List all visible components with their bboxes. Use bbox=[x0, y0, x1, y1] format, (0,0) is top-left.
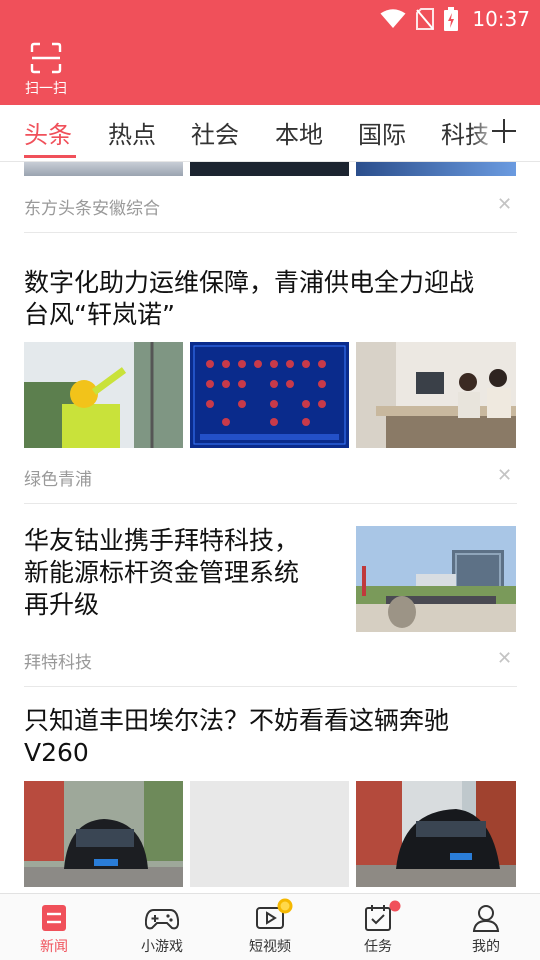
news-thumbnail bbox=[356, 781, 516, 887]
news-thumbnail-placeholder bbox=[190, 781, 349, 887]
news-thumbnail bbox=[24, 342, 183, 448]
divider bbox=[24, 232, 517, 233]
news-title: 华友钴业携手拜特科技， 新能源标杆资金管理系统 再升级 bbox=[24, 525, 299, 621]
news-source: 拜特科技 bbox=[24, 653, 92, 673]
news-title: 数字化助力运维保障，青浦供电全力迎战 台风“轩岚诺” bbox=[24, 267, 474, 331]
active-tab-indicator bbox=[24, 155, 76, 158]
news-icon bbox=[42, 905, 66, 931]
category-tabs: 头条 热点 社会 本地 国际 科技 bbox=[0, 105, 540, 162]
tab-hot[interactable]: 热点 bbox=[108, 115, 156, 150]
news-feed[interactable]: 东方头条安徽综合 ✕ 数字化助力运维保障，青浦供电全力迎战 台风“轩岚诺” 绿色… bbox=[0, 162, 540, 893]
divider bbox=[24, 686, 517, 687]
video-icon-wrap bbox=[255, 898, 293, 932]
tab-headlines[interactable]: 头条 bbox=[24, 115, 72, 150]
nav-label: 新闻 bbox=[40, 939, 68, 955]
dismiss-icon[interactable]: ✕ bbox=[497, 194, 512, 215]
nav-tasks[interactable]: 任务 bbox=[324, 894, 432, 960]
tab-local[interactable]: 本地 bbox=[275, 115, 323, 150]
news-thumbnail bbox=[356, 162, 516, 176]
title-line: 只知道丰田埃尔法？不妨看看这辆奔驰 bbox=[24, 706, 450, 735]
dismiss-icon[interactable]: ✕ bbox=[497, 465, 512, 486]
news-title: 只知道丰田埃尔法？不妨看看这辆奔驰 V260 bbox=[24, 705, 449, 769]
tab-international[interactable]: 国际 bbox=[358, 115, 406, 150]
wifi-icon bbox=[380, 9, 406, 28]
add-channel-icon[interactable] bbox=[490, 117, 518, 145]
news-thumbnail bbox=[24, 162, 183, 176]
nav-label: 我的 bbox=[472, 939, 500, 955]
divider bbox=[24, 503, 517, 504]
nav-profile[interactable]: 我的 bbox=[432, 894, 540, 960]
title-line: 数字化助力运维保障，青浦供电全力迎战 bbox=[24, 268, 475, 297]
nav-news[interactable]: 新闻 bbox=[0, 894, 108, 960]
news-thumbnail bbox=[190, 162, 349, 176]
no-sim-icon bbox=[416, 8, 435, 30]
news-thumbnail bbox=[190, 342, 349, 448]
scan-label: 扫一扫 bbox=[25, 81, 67, 97]
news-source: 绿色青浦 bbox=[24, 470, 92, 490]
nav-label: 短视频 bbox=[249, 939, 291, 955]
scan-button[interactable]: 扫一扫 bbox=[22, 42, 70, 98]
bottom-navigation: 新闻 小游戏 短视频 任务 我的 bbox=[0, 893, 540, 960]
coin-badge-icon bbox=[277, 898, 293, 914]
app-header: 10:37 扫一扫 bbox=[0, 0, 540, 105]
status-bar: 10:37 bbox=[380, 4, 530, 34]
title-line: 新能源标杆资金管理系统 bbox=[24, 558, 300, 587]
nav-label: 任务 bbox=[364, 939, 392, 955]
nav-label: 小游戏 bbox=[141, 939, 183, 955]
news-source: 东方头条安徽综合 bbox=[24, 199, 160, 219]
title-line: V260 bbox=[24, 738, 89, 767]
profile-icon bbox=[472, 905, 500, 932]
dismiss-icon[interactable]: ✕ bbox=[497, 648, 512, 669]
scan-icon bbox=[30, 42, 62, 74]
tab-society[interactable]: 社会 bbox=[191, 115, 239, 150]
battery-charging-icon bbox=[444, 7, 459, 31]
news-thumbnail bbox=[24, 781, 183, 887]
title-line: 华友钴业携手拜特科技， bbox=[24, 526, 300, 555]
title-line: 再升级 bbox=[24, 590, 100, 619]
title-line: 台风“轩岚诺” bbox=[24, 300, 175, 329]
nav-short-video[interactable]: 短视频 bbox=[216, 894, 324, 960]
task-icon-wrap bbox=[363, 900, 401, 932]
news-thumbnail bbox=[356, 526, 516, 632]
nav-games[interactable]: 小游戏 bbox=[108, 894, 216, 960]
status-time: 10:37 bbox=[472, 7, 530, 31]
gamepad-icon bbox=[145, 909, 179, 930]
news-thumbnail bbox=[356, 342, 516, 448]
notification-dot-icon bbox=[389, 900, 401, 912]
